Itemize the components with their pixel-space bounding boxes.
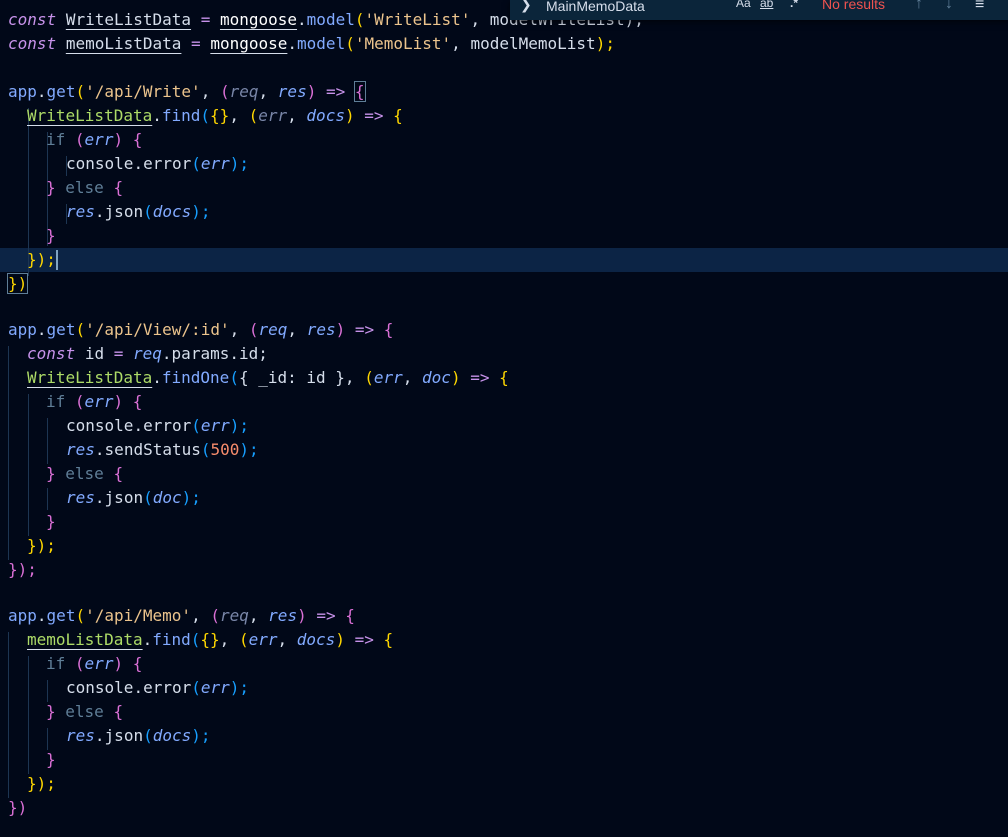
code-line-21[interactable]: res.json(doc); [66, 486, 201, 510]
code-line-24[interactable]: }); [8, 558, 37, 582]
code-line-30[interactable]: } else { [46, 700, 123, 724]
code-line-17[interactable]: if (err) { [46, 390, 142, 414]
text-cursor [56, 250, 58, 270]
code-line-32[interactable]: } [46, 748, 56, 772]
code-line-12[interactable]: }) [6, 272, 29, 296]
indent-guide [47, 680, 48, 702]
whole-word-toggle[interactable]: ab [760, 0, 773, 10]
code-line-22[interactable]: } [46, 510, 56, 534]
indent-guide [8, 346, 9, 560]
code-line-5[interactable]: WriteListData.find({}, (err, docs) => { [27, 104, 403, 128]
code-line-14[interactable]: app.get('/api/View/:id', (req, res) => { [8, 318, 393, 342]
code-line-16[interactable]: WriteListData.findOne({ _id: id }, (err,… [27, 366, 509, 390]
indent-guide [47, 728, 48, 750]
find-result-count: No results [822, 0, 886, 12]
arrow-down-icon[interactable]: ↓ [945, 0, 953, 13]
indent-guide [28, 656, 29, 774]
code-line-20[interactable]: } else { [46, 462, 123, 486]
code-line-2[interactable]: const memoListData = mongoose.model('Mem… [8, 32, 615, 56]
current-line-highlight [0, 248, 1008, 272]
code-line-9[interactable]: res.json(docs); [66, 200, 211, 224]
code-line-18[interactable]: console.error(err); [66, 414, 249, 438]
code-line-7[interactable]: console.error(err); [66, 152, 249, 176]
arrow-up-icon[interactable]: ↑ [915, 0, 923, 13]
indent-guide [28, 394, 29, 536]
code-line-15[interactable]: const id = req.params.id; [27, 342, 268, 366]
code-line-11[interactable]: }); [27, 248, 56, 272]
code-line-31[interactable]: res.json(docs); [66, 724, 211, 748]
match-case-toggle[interactable]: Aa [736, 0, 751, 10]
code-line-34[interactable]: }) [8, 796, 27, 820]
code-line-26[interactable]: app.get('/api/Memo', (req, res) => { [8, 604, 355, 628]
code-line-8[interactable]: } else { [46, 176, 123, 200]
indent-guide [8, 632, 9, 798]
code-line-19[interactable]: res.sendStatus(500); [66, 438, 259, 462]
code-line-33[interactable]: }); [27, 772, 56, 796]
code-editor[interactable]: const WriteListData = mongoose.model('Wr… [0, 0, 1008, 837]
find-widget: ❯ MainMemoData Aa ab .* No results ↑ ↓ ≡ [510, 0, 1008, 20]
regex-toggle[interactable]: .* [790, 0, 798, 10]
indent-guide [47, 418, 48, 464]
code-line-28[interactable]: if (err) { [46, 652, 142, 676]
chevron-right-icon[interactable]: ❯ [520, 0, 532, 13]
menu-icon[interactable]: ≡ [975, 0, 984, 14]
code-line-10[interactable]: } [46, 224, 56, 248]
code-line-6[interactable]: if (err) { [46, 128, 142, 152]
code-line-4[interactable]: app.get('/api/Write', (req, res) => { [8, 80, 366, 104]
code-line-27[interactable]: memoListData.find({}, (err, docs) => { [27, 628, 393, 652]
code-line-23[interactable]: }); [27, 534, 56, 558]
code-line-29[interactable]: console.error(err); [66, 676, 249, 700]
indent-guide [47, 488, 48, 510]
